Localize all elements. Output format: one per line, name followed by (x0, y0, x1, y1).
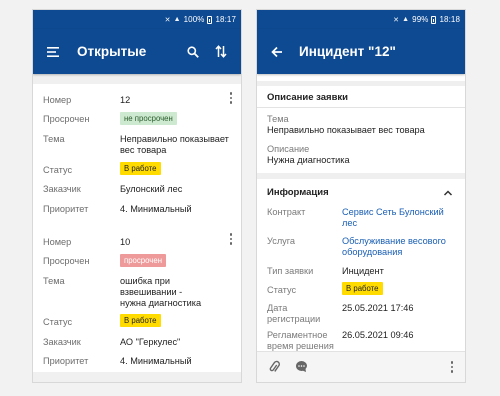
clock: 18:17 (215, 15, 236, 24)
topic-value: Неправильно показывает вес товара (267, 125, 425, 135)
page-title: Открытые (77, 44, 147, 59)
battery-icon (207, 15, 213, 24)
overdue-label: Просрочен (43, 256, 90, 266)
overdue-label: Просрочен (43, 114, 90, 124)
mute-icon: ✕ (393, 16, 400, 24)
list-item[interactable]: Номер 10 Просрочен просрочен Тема ошибка… (33, 225, 241, 372)
chevron-up-icon[interactable] (443, 184, 453, 202)
more-vert-icon[interactable] (448, 361, 456, 373)
status-label: Статус (267, 285, 297, 295)
battery-percent: 100% (183, 15, 205, 24)
mute-icon: ✕ (164, 16, 171, 24)
overdue-badge: просрочен (120, 254, 166, 267)
type-value: Инцидент (342, 266, 384, 276)
description-label: Описание (267, 144, 310, 154)
customer-label: Заказчик (43, 337, 81, 347)
resolution-label: Регламентное время решения (267, 330, 334, 351)
topic-label: Тема (43, 134, 65, 144)
attach-icon[interactable] (268, 360, 280, 379)
number-label: Номер (43, 95, 72, 105)
number-value: 10 (120, 237, 131, 247)
service-label: Услуга (267, 236, 296, 246)
menu-icon[interactable] (43, 42, 63, 62)
clock: 18:18 (439, 15, 460, 24)
customer-label: Заказчик (43, 184, 81, 194)
contract-link[interactable]: Сервис Сеть Булонский лес (342, 207, 457, 229)
phone-list-screen: ✕ ▲ 100% 18:17 Открытые Номер 12 Просроч… (33, 10, 241, 382)
customer-value: Булонский лес (120, 184, 183, 194)
status-label: Статус (43, 317, 73, 327)
type-label: Тип заявки (267, 266, 314, 276)
reg-date-label: Дата регистрации (267, 303, 321, 324)
status-badge: В работе (120, 162, 161, 175)
topic-label: Тема (267, 114, 289, 124)
resolution-value: 26.05.2021 09:46 (342, 330, 414, 340)
number-label: Номер (43, 237, 72, 247)
priority-value: 4. Минимальный (120, 204, 192, 214)
priority-label: Приоритет (43, 204, 89, 214)
bottom-toolbar (257, 351, 465, 382)
signal-icon: ▲ (173, 16, 181, 23)
info-section-title: Информация (267, 187, 329, 198)
app-bar: Открытые (33, 29, 241, 74)
back-arrow-icon[interactable] (267, 42, 287, 62)
contract-label: Контракт (267, 207, 306, 217)
reg-date-value: 25.05.2021 17:46 (342, 303, 414, 313)
description-section-title: Описание заявки (267, 92, 349, 103)
customer-value: АО "Геркулес" (120, 337, 181, 347)
comment-icon[interactable] (295, 360, 308, 378)
priority-value: 4. Минимальный (120, 356, 192, 366)
topic-value: Неправильно показывает вес товара (120, 134, 229, 155)
app-bar: Инцидент "12" (257, 29, 465, 74)
status-bar: ✕ ▲ 100% 18:17 (33, 10, 241, 29)
topic-label: Тема (43, 276, 65, 286)
sort-icon[interactable] (211, 42, 231, 62)
description-value: Нужна диагностика (267, 155, 350, 165)
service-link[interactable]: Обслуживание весового оборудования (342, 236, 457, 258)
priority-label: Приоритет (43, 356, 89, 366)
phone-detail-screen: ✕ ▲ 99% 18:18 Инцидент "12" Описание зая… (257, 10, 465, 382)
signal-icon: ▲ (402, 16, 410, 23)
status-badge: В работе (342, 282, 383, 295)
page-title: Инцидент "12" (299, 44, 396, 59)
topic-value: ошибка при взвешивании - нужна диагности… (120, 276, 202, 308)
battery-percent: 99% (412, 15, 429, 24)
status-badge: В работе (120, 314, 161, 327)
number-value: 12 (120, 95, 131, 105)
search-icon[interactable] (183, 42, 203, 62)
status-label: Статус (43, 165, 73, 175)
overdue-badge: не просрочен (120, 112, 177, 125)
battery-icon (431, 15, 437, 24)
status-bar: ✕ ▲ 99% 18:18 (257, 10, 465, 29)
